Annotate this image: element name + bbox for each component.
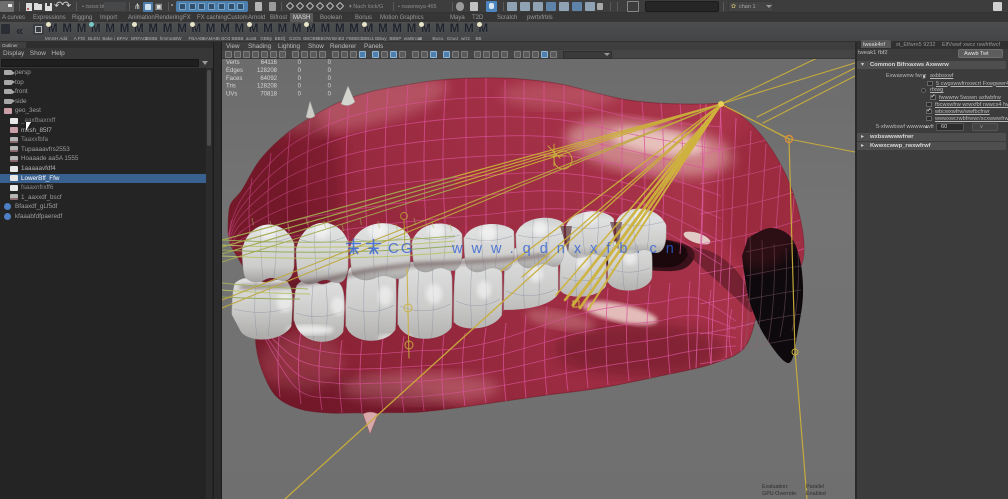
svg-text:Verts: Verts — [226, 60, 240, 66]
svg-text:Tris: Tris — [226, 84, 236, 90]
svg-text:Edges: Edges — [226, 68, 243, 74]
svg-text:www.qdnxxfb.cn: www.qdnxxfb.cn — [451, 241, 683, 257]
svg-text:64116: 64116 — [261, 60, 278, 66]
svg-text:Evaluation:: Evaluation: — [762, 484, 789, 490]
svg-text:70818: 70818 — [260, 92, 277, 98]
svg-text:128208: 128208 — [257, 68, 278, 74]
svg-text:128208: 128208 — [257, 84, 278, 90]
svg-text:UVs: UVs — [226, 92, 237, 98]
svg-text:Parallel: Parallel — [806, 484, 824, 490]
svg-text:Faces: Faces — [226, 76, 242, 82]
svg-text:64092: 64092 — [260, 76, 277, 82]
svg-text:GPU Override:: GPU Override: — [762, 491, 797, 497]
svg-text:CG: CG — [388, 240, 415, 257]
svg-text:Enabled: Enabled — [806, 491, 826, 497]
